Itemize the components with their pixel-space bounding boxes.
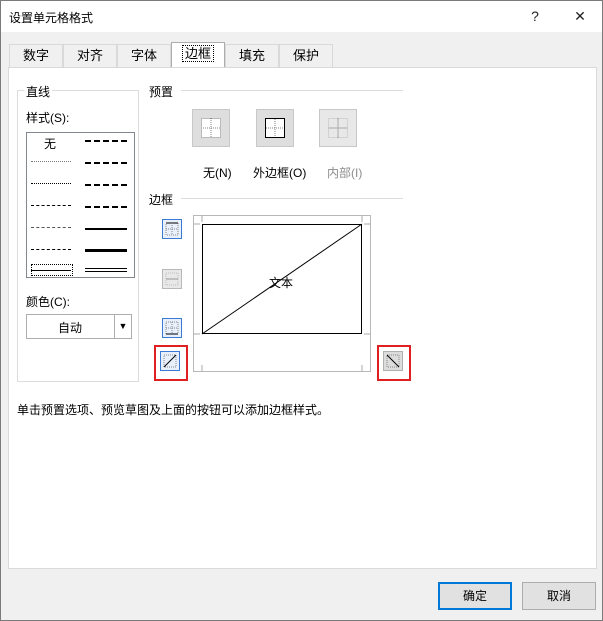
border-bottom-button[interactable] [162,318,182,338]
tab-alignment-label: 对齐 [76,48,103,63]
line-group-title: 直线 [24,83,53,100]
tab-font[interactable]: 字体 [117,44,171,67]
tab-font-label: 字体 [130,48,157,63]
preset-outline-icon [265,118,285,138]
border-inside-horizontal-button[interactable] [162,269,182,289]
close-button[interactable]: ✕ [570,7,590,25]
preview-text: 文本 [269,276,294,290]
tab-number[interactable]: 数字 [9,44,63,67]
chevron-down-icon[interactable]: ▼ [114,315,131,338]
tab-fill-label: 填充 [238,48,265,63]
preset-inside-label: 内部(I) [327,166,363,180]
cancel-button[interactable]: 取消 [522,582,596,610]
line-style-dash-dot-dot[interactable] [31,205,71,206]
line-style-thick[interactable] [85,249,127,252]
preview-drawing [194,216,370,371]
ok-button[interactable]: 确定 [438,582,512,610]
preset-none-label: 无(N) [203,166,232,180]
line-style-slant-dash-dot[interactable] [85,162,127,164]
dialog-title: 设置单元格格式 [9,11,94,25]
style-none-option[interactable]: 无 [44,135,56,152]
help-button[interactable]: ? [525,7,545,25]
border-inside-horizontal-icon [165,272,179,286]
title-bar: 设置单元格格式 ? ✕ [1,1,602,32]
color-value: 自动 [57,321,82,335]
line-style-selected-focus [31,264,73,276]
tab-protection[interactable]: 保护 [279,44,333,67]
diagonal-up-icon [163,354,177,368]
line-style-dashed[interactable] [31,249,71,250]
tab-fill[interactable]: 填充 [225,44,279,67]
preset-none-button[interactable] [192,109,230,147]
tab-protection-label: 保护 [292,48,319,63]
color-label: 颜色(C): [26,295,70,309]
preset-outline-button[interactable] [256,109,294,147]
line-style-medium-dash-dot-dot[interactable] [85,140,127,142]
tab-border-label: 边框 [181,45,214,62]
line-style-hair[interactable] [31,161,71,162]
hint-text: 单击预置选项、预览草图及上面的按钮可以添加边框样式。 [17,403,330,417]
color-dropdown[interactable]: 自动 ▼ [26,314,132,339]
border-diagonal-up-button[interactable] [160,351,180,371]
style-label: 样式(S): [26,111,70,125]
preset-inside-icon [328,118,348,138]
border-diagonal-down-button[interactable] [383,351,403,371]
preset-none-icon [201,118,221,138]
preset-inside-button[interactable] [319,109,357,147]
line-style-medium[interactable] [85,228,127,230]
border-separator [181,198,403,199]
presets-separator [181,90,403,91]
format-cells-dialog: 设置单元格格式 ? ✕ 数字 对齐 字体 边框 填充 保护 直线 样式(S): … [0,0,603,621]
line-style-list[interactable]: 无 [26,132,135,278]
line-style-medium-dash-dot[interactable] [85,184,127,186]
line-style-double[interactable] [85,268,127,272]
diagonal-down-icon [386,354,400,368]
tab-border[interactable]: 边框 [171,42,225,68]
border-top-button[interactable] [162,219,182,239]
border-bottom-icon [165,321,179,335]
border-preview[interactable]: 文本 [193,215,371,372]
border-top-icon [165,222,179,236]
preset-outline-label: 外边框(O) [253,166,307,180]
tab-alignment[interactable]: 对齐 [63,44,117,67]
line-style-medium-dashed[interactable] [85,206,127,208]
presets-title: 预置 [149,85,174,99]
line-style-dotted[interactable] [31,183,71,184]
border-tab-panel: 直线 样式(S): 无 颜色(C): 自动 ▼ 预置 无(N) 外边框(O) 内… [8,67,597,569]
line-style-dash-dot[interactable] [31,227,71,228]
tab-number-label: 数字 [22,48,49,63]
border-title: 边框 [149,193,174,207]
